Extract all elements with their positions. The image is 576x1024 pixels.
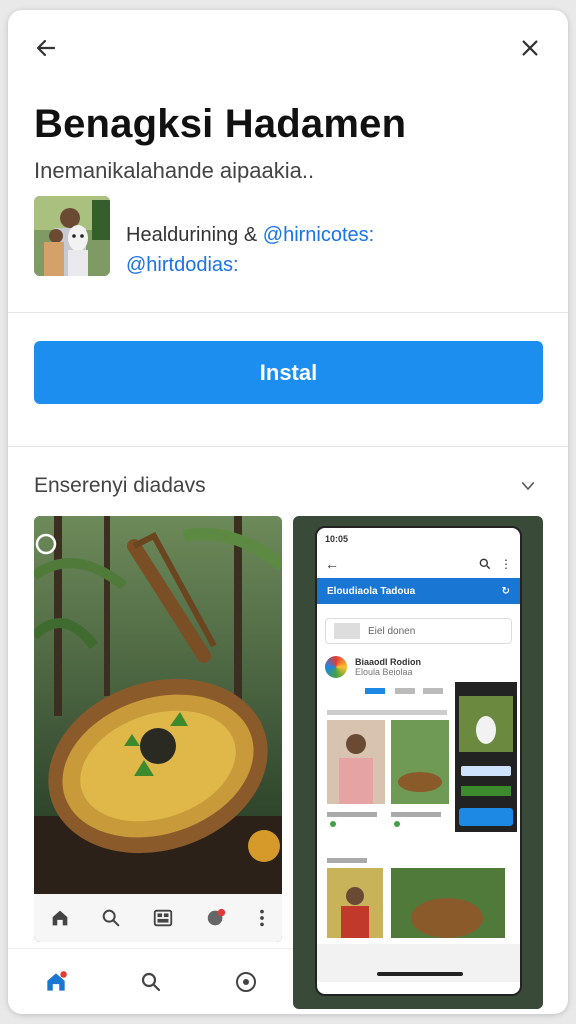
phone-app-sub: Eloula Beiolaa (355, 667, 413, 677)
developer-row: Healdurining & @hirnicotes: @hirtdodias: (34, 196, 544, 278)
screenshot-1-nav-bar (34, 894, 282, 942)
developer-info: Healdurining & @hirnicotes: @hirtdodias: (126, 220, 374, 280)
gallery-icon[interactable] (151, 907, 175, 929)
search-icon[interactable] (100, 907, 122, 929)
arrow-left-icon: ← (325, 556, 339, 572)
search-icon (479, 558, 491, 570)
phone-mockup: 10:05 ← ⋮ Eloudiaola Tadoua ↻ Eiel donen… (315, 526, 522, 996)
developer-handle-1[interactable]: @hirnicotes: (263, 224, 374, 246)
phone-top-bar: ← ⋮ (317, 550, 520, 578)
home-icon[interactable] (43, 969, 69, 995)
top-bar (8, 10, 568, 86)
refresh-icon: ↻ (501, 585, 510, 597)
bottom-navigation (8, 948, 293, 1014)
app-subtitle: Inemanikalahande aipaakia.. (34, 158, 315, 183)
app-title: Benagksi Hadamen (34, 102, 407, 146)
more-vert-icon[interactable] (257, 907, 267, 929)
developer-name: Healdurining (126, 224, 239, 246)
developer-avatar (34, 196, 110, 276)
close-icon (522, 40, 538, 56)
section-expand-button[interactable] (514, 472, 542, 500)
phone-search-placeholder: Eiel donen (368, 625, 416, 637)
home-icon[interactable] (49, 907, 71, 929)
phone-app-header: Biaaodl Rodion Eloula Beiolaa (317, 652, 520, 682)
divider (8, 446, 568, 447)
phone-content-grid (317, 682, 520, 982)
chevron-down-icon (521, 482, 535, 490)
notification-icon[interactable] (204, 907, 228, 929)
screenshot-2[interactable]: 10:05 ← ⋮ Eloudiaola Tadoua ↻ Eiel donen… (293, 516, 543, 1009)
more-vert-icon: ⋮ (500, 557, 512, 571)
install-button[interactable]: Instal (34, 341, 543, 404)
ampersand: & (243, 224, 258, 246)
phone-blue-title: Eloudiaola Tadoua (327, 585, 416, 597)
close-button[interactable] (510, 28, 550, 68)
compass-icon[interactable] (234, 970, 258, 994)
divider (8, 312, 568, 313)
section-heading: Enserenyi diadavs (34, 474, 206, 497)
developer-handle-2[interactable]: @hirtdodias: (126, 254, 239, 276)
phone-status-time: 10:05 (325, 534, 349, 544)
phone-blue-header: Eloudiaola Tadoua ↻ (317, 578, 520, 604)
back-button[interactable] (26, 28, 66, 68)
app-details-card: Benagksi Hadamen Inemanikalahande aipaak… (8, 10, 568, 1014)
arrow-left-icon (36, 39, 56, 57)
screenshot-1[interactable] (34, 516, 282, 942)
phone-search-field: Eiel donen (325, 618, 512, 644)
search-icon[interactable] (139, 970, 163, 994)
phone-app-name: Biaaodl Rodion (355, 657, 421, 667)
